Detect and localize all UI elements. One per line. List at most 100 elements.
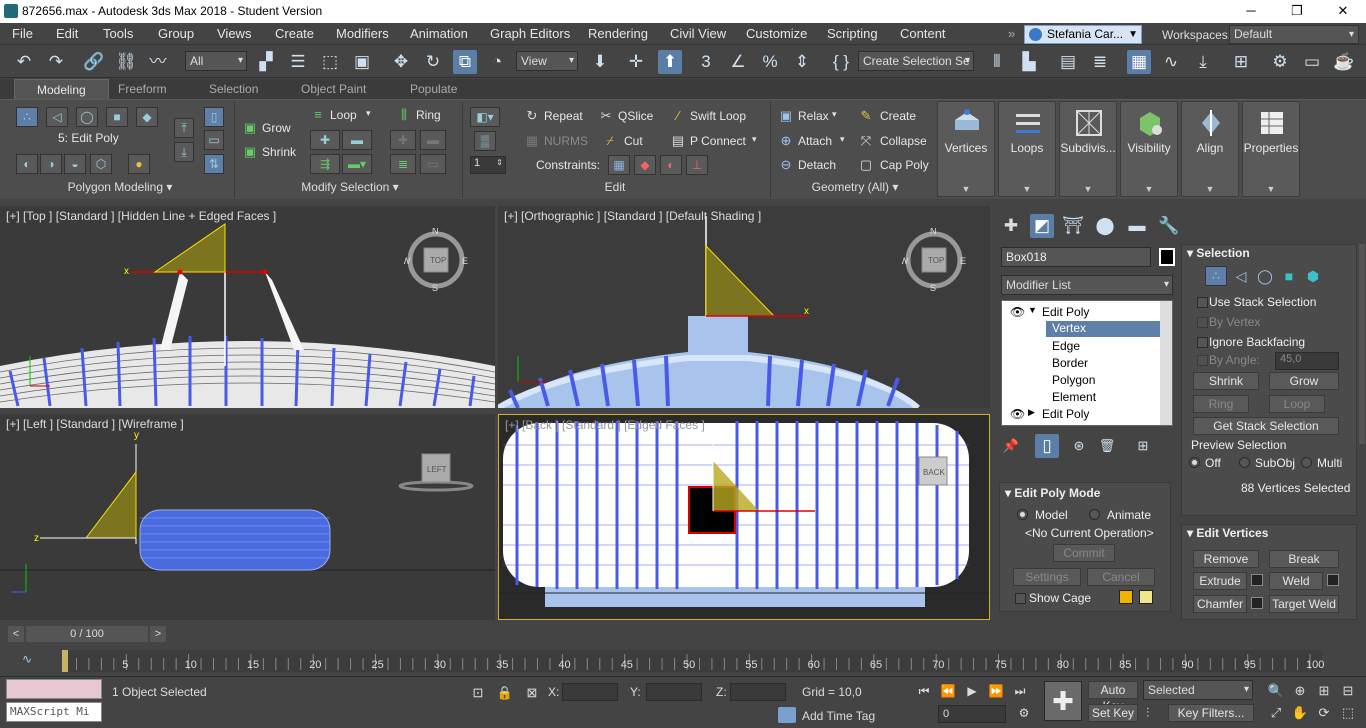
settings-button[interactable]: Settings (1013, 568, 1081, 586)
loops-panel-button[interactable]: Loops ▼ (998, 101, 1056, 197)
expand-icon[interactable]: ▼ (1028, 305, 1037, 315)
edit-vertices-title[interactable]: ▾ Edit Vertices (1187, 526, 1268, 540)
get-stack-selection-button[interactable]: Get Stack Selection (1193, 417, 1339, 435)
menu-create[interactable]: Create (275, 26, 314, 41)
attach-dropdown-icon[interactable]: ▾ (840, 134, 845, 145)
pan-icon[interactable]: ✋ (1288, 701, 1312, 725)
utilities-panel-icon[interactable]: 🔧 (1157, 214, 1181, 238)
spinner-snap-icon[interactable]: ⇕ (790, 50, 814, 74)
show-cage-checkbox[interactable] (1015, 593, 1026, 604)
cage-selected-color-swatch[interactable] (1139, 590, 1153, 604)
ring-shrink-icon[interactable]: ▬ (420, 130, 446, 150)
qslice-button[interactable]: QSlice (618, 109, 653, 123)
material-editor-icon[interactable]: ⊞ (1229, 50, 1253, 74)
create-panel-icon[interactable]: ✚ (999, 214, 1023, 238)
weld-button[interactable]: Weld (1269, 572, 1323, 590)
menu-views[interactable]: Views (217, 26, 251, 41)
minimize-button[interactable]: ─ (1228, 0, 1274, 23)
menu-rendering[interactable]: Rendering (588, 26, 648, 41)
select-by-name-icon[interactable]: ☰ (286, 50, 310, 74)
preview-subobj-radio[interactable] (1239, 457, 1250, 468)
eye-icon[interactable]: 👁 (1010, 407, 1025, 421)
modify-mode-icon[interactable]: ◐ (16, 154, 38, 174)
use-stack-selection-checkbox[interactable] (1197, 297, 1208, 308)
menu-group[interactable]: Group (158, 26, 194, 41)
pin-stack-icon[interactable]: 📌 (999, 434, 1023, 458)
modify-panel-icon[interactable]: ◩ (1030, 214, 1054, 238)
collapse-stack-icon[interactable]: ⤒ (174, 118, 194, 138)
align-panel-button[interactable]: Align ▼ (1181, 101, 1239, 197)
remove-modifier-icon[interactable]: 🗑 (1095, 434, 1119, 458)
geometry-group-label[interactable]: Geometry (All) ▾ (790, 180, 920, 198)
previous-modifier-icon[interactable]: ◑ (40, 154, 62, 174)
toggle-ribbon-icon[interactable]: ▦ (1127, 50, 1151, 74)
tweak-icon[interactable]: ▒ (474, 131, 496, 151)
cut-button[interactable]: Cut (624, 134, 643, 148)
time-slider-handle[interactable] (62, 650, 68, 672)
relax-dropdown-icon[interactable]: ▾ (832, 109, 837, 120)
go-to-end-icon[interactable]: ⏭ (1008, 679, 1032, 703)
menu-content[interactable]: Content (900, 26, 946, 41)
menu-file[interactable]: File (12, 26, 33, 41)
commit-button[interactable]: Commit (1053, 544, 1115, 562)
border-subobject-icon[interactable]: ◯ (1257, 268, 1273, 284)
percent-snap-icon[interactable]: % (758, 50, 782, 74)
viewcube-back[interactable]: BACK (915, 453, 955, 493)
tab-populate[interactable]: Populate (410, 82, 457, 96)
viewport-left[interactable]: y z [+] [Left ] [Standard ] [Wireframe ]… (0, 414, 495, 620)
by-vertex-checkbox[interactable] (1197, 317, 1208, 328)
zoom-icon[interactable]: 🔍 (1264, 679, 1288, 703)
named-selection-dropdown[interactable]: Create Selection Se (858, 51, 974, 71)
angle-spinner[interactable]: 45,0 (1275, 352, 1339, 370)
add-time-tag-button[interactable]: Add Time Tag (802, 709, 875, 723)
grow-button[interactable]: Grow (262, 121, 291, 135)
isolate-selection-icon[interactable]: ⊡ (466, 681, 490, 705)
angle-snap-icon[interactable]: ∠ (726, 50, 750, 74)
dot-loop-icon[interactable]: ▬▾ (342, 154, 372, 174)
set-key-button[interactable]: Set Key (1088, 704, 1138, 722)
hierarchy-panel-icon[interactable]: ⛩ (1061, 214, 1085, 238)
weld-settings-icon[interactable] (1327, 574, 1339, 586)
ignore-backfacing-checkbox[interactable] (1197, 337, 1208, 348)
placement-icon[interactable]: ◔ (485, 50, 509, 74)
zoom-extents-icon[interactable]: ⊞ (1312, 679, 1336, 703)
configure-modifier-sets-icon[interactable]: ⊞ (1131, 434, 1155, 458)
target-weld-button[interactable]: Target Weld (1269, 595, 1339, 613)
preserve-uv-icon[interactable]: ◧▾ (470, 107, 500, 127)
loop-shrink-icon[interactable]: ▬ (342, 130, 372, 150)
play-icon[interactable]: ▶ (960, 679, 984, 703)
current-frame-field[interactable]: 0 (938, 705, 1006, 723)
select-object-icon[interactable]: ▞ (254, 50, 278, 74)
set-keys-icon[interactable]: ✚ (1044, 681, 1082, 721)
viewcube-orthographic[interactable]: TOP N S W E (902, 228, 966, 292)
by-angle-checkbox[interactable] (1197, 355, 1208, 366)
viewport-orthographic[interactable]: x [+] [Orthographic ] [Standard ] [Defau… (498, 206, 990, 408)
menu-customize[interactable]: Customize (746, 26, 807, 41)
viewport-top-label[interactable]: [+] [Top ] [Standard ] [Hidden Line + Ed… (6, 209, 276, 223)
selection-filter-dropdown[interactable]: All (185, 51, 247, 71)
loop-grow-icon[interactable]: ✚ (310, 130, 340, 150)
use-nurms-icon[interactable]: ⤓ (174, 142, 194, 162)
eye-icon[interactable]: 👁 (1010, 305, 1025, 319)
render-icon[interactable]: ☕ (1332, 50, 1356, 74)
modify-selection-group-label[interactable]: Modify Selection ▾ (280, 180, 420, 198)
edit-poly-mode-title[interactable]: ▾ Edit Poly Mode (1005, 486, 1100, 500)
preview-off-radio[interactable] (1189, 457, 1200, 468)
properties-panel-button[interactable]: Properties ▼ (1242, 101, 1300, 197)
swift-loop-button[interactable]: Swift Loop (690, 109, 746, 123)
bind-space-warp-icon[interactable]: 〰 (146, 50, 170, 74)
next-modifier-icon[interactable]: ◒ (64, 154, 86, 174)
loop-dropdown-icon[interactable]: ▾ (366, 108, 371, 119)
orbit-icon[interactable]: ⟳ (1312, 701, 1336, 725)
window-crossing-icon[interactable]: ▣ (350, 50, 374, 74)
stack-item-border[interactable]: Border (1052, 356, 1088, 370)
snaps-toggle-icon[interactable]: 3 (694, 50, 718, 74)
detach-button[interactable]: Detach (798, 158, 836, 172)
viewport-left-label[interactable]: [+] [Left ] [Standard ] [Wireframe ] (6, 417, 184, 431)
vertex-subobject-icon[interactable]: ∴ (1205, 266, 1227, 286)
scene-explorer-icon[interactable]: ▤ (1056, 50, 1080, 74)
motion-panel-icon[interactable]: ⬤ (1093, 214, 1117, 238)
render-setup-icon[interactable]: ⚙ (1268, 50, 1292, 74)
close-button[interactable]: ✕ (1320, 0, 1366, 23)
tab-selection[interactable]: Selection (209, 82, 258, 96)
